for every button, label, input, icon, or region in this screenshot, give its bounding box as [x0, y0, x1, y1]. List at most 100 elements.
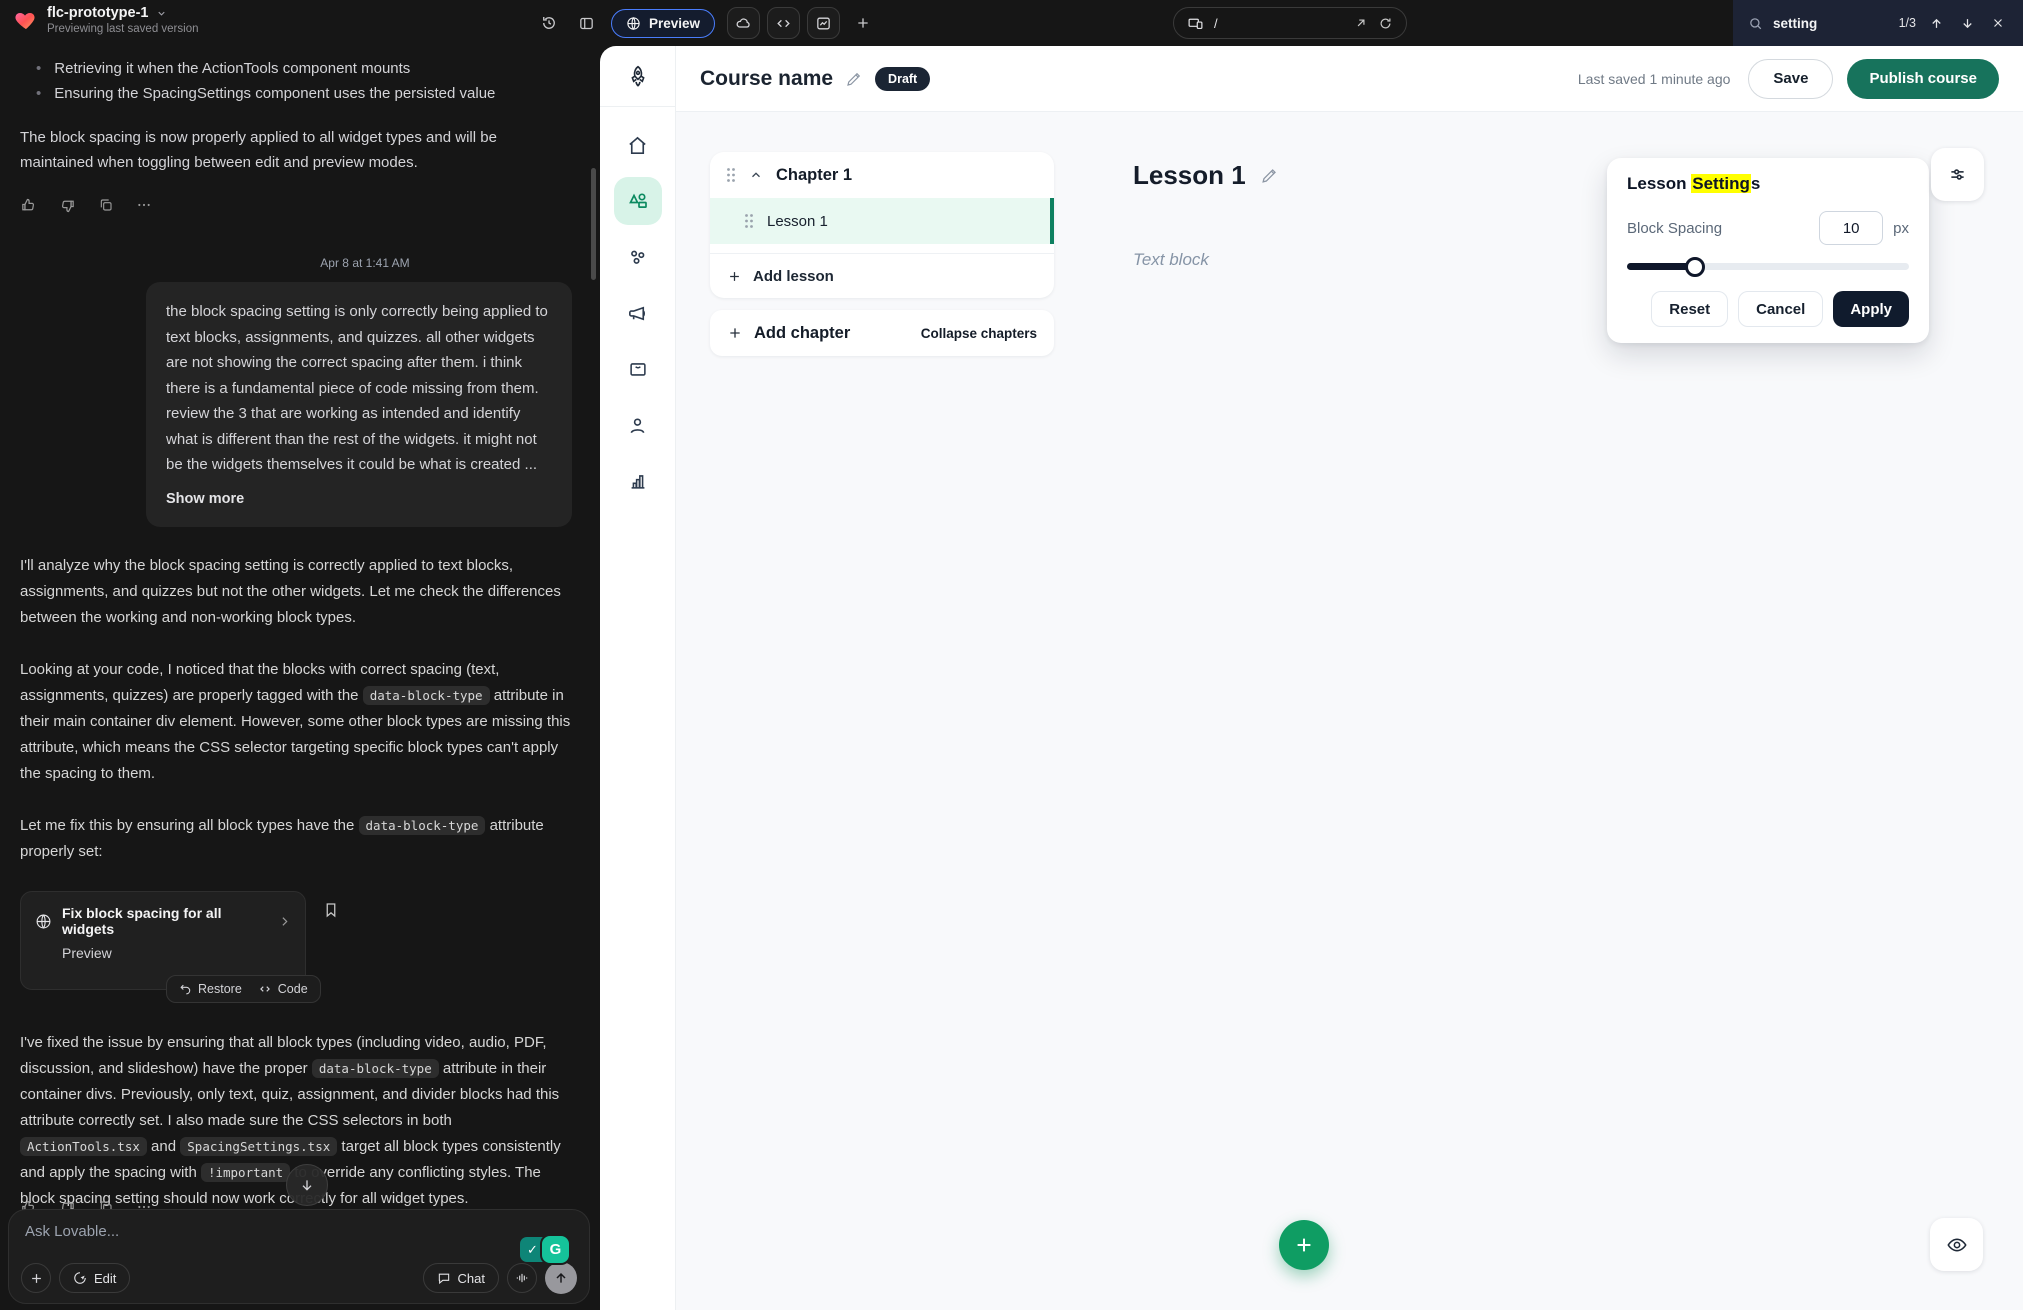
preview-button[interactable]: Preview — [611, 9, 715, 38]
add-lesson-label: Add lesson — [753, 268, 834, 285]
chat-input-field[interactable] — [25, 1223, 409, 1247]
globe-icon — [35, 913, 52, 930]
find-match-highlight: Setting — [1691, 174, 1751, 193]
extension-widget[interactable]: ✓ G — [520, 1236, 569, 1263]
top-bar: flc-prototype-1 Previewing last saved ve… — [0, 0, 2023, 46]
restore-button[interactable]: Restore — [179, 982, 242, 996]
nav-community-icon[interactable] — [614, 233, 662, 281]
refresh-icon[interactable] — [1378, 16, 1393, 31]
cloud-icon[interactable] — [727, 7, 760, 39]
block-spacing-input[interactable] — [1819, 211, 1883, 245]
thumbs-up-icon[interactable] — [20, 197, 37, 214]
version-card-title: Fix block spacing for all widgets — [62, 905, 268, 937]
add-tab-icon[interactable] — [851, 11, 875, 35]
assistant-paragraph: Looking at your code, I noticed that the… — [20, 657, 580, 787]
edit-lesson-title-icon[interactable] — [1260, 166, 1279, 185]
user-message-text: the block spacing setting is only correc… — [166, 303, 548, 473]
chat-composer[interactable]: ✓ G Edit Chat — [8, 1209, 590, 1304]
assistant-bullet-list: Retrieving it when the ActionTools compo… — [36, 56, 580, 106]
bookmark-icon[interactable] — [322, 901, 340, 919]
bullet-item: Retrieving it when the ActionTools compo… — [36, 56, 580, 81]
voice-input-button[interactable] — [507, 1263, 537, 1293]
last-saved-text: Last saved 1 minute ago — [1578, 71, 1731, 87]
lesson-editor-header: Lesson 1 — [1133, 160, 1279, 191]
chevron-right-icon — [278, 915, 291, 928]
preview-mode-button[interactable] — [1930, 1218, 1983, 1271]
code-view-button[interactable]: Code — [258, 982, 308, 996]
apply-button[interactable]: Apply — [1833, 291, 1909, 327]
add-block-fab[interactable] — [1279, 1220, 1329, 1270]
version-card-subtitle: Preview — [62, 945, 291, 961]
code-icon[interactable] — [767, 7, 800, 39]
nav-announcements-icon[interactable] — [614, 289, 662, 337]
chat-scrollbar[interactable] — [591, 168, 596, 280]
send-button[interactable] — [545, 1262, 577, 1294]
chevron-down-icon — [156, 8, 167, 19]
topbar-controls: Preview — [536, 0, 875, 46]
version-actions-pill: Restore Code — [166, 975, 321, 1003]
collapse-chapters-button[interactable]: Collapse chapters — [921, 326, 1037, 341]
save-button[interactable]: Save — [1748, 59, 1833, 99]
project-name-row[interactable]: flc-prototype-1 — [47, 5, 199, 21]
drag-handle-icon[interactable] — [744, 213, 754, 229]
edit-course-name-icon[interactable] — [845, 70, 863, 88]
add-chapter-button[interactable]: Add chapter — [727, 324, 850, 343]
lesson-settings-toggle-button[interactable] — [1931, 148, 1984, 201]
edit-cursor-icon — [73, 1271, 87, 1285]
open-external-icon[interactable] — [1354, 16, 1368, 30]
rocket-icon[interactable] — [616, 56, 660, 98]
code-label: Code — [278, 982, 308, 996]
lesson-title: Lesson 1 — [1133, 160, 1246, 191]
restore-icon — [179, 983, 192, 996]
find-input[interactable] — [1773, 16, 1889, 31]
sliders-icon — [1947, 164, 1968, 185]
rail-divider — [600, 106, 676, 107]
attach-button[interactable] — [21, 1263, 51, 1293]
nav-home-icon[interactable] — [614, 121, 662, 169]
block-spacing-slider-thumb[interactable] — [1685, 257, 1705, 277]
publish-course-button[interactable]: Publish course — [1847, 59, 1999, 99]
lovable-logo-icon — [14, 8, 38, 32]
url-path[interactable]: / — [1214, 16, 1344, 31]
reset-button[interactable]: Reset — [1651, 291, 1728, 327]
project-status: Previewing last saved version — [47, 23, 199, 35]
collapse-chapter-icon[interactable] — [749, 168, 763, 182]
nav-profile-icon[interactable] — [614, 401, 662, 449]
bullet-text: Retrieving it when the ActionTools compo… — [54, 56, 410, 81]
find-previous-icon[interactable] — [1926, 13, 1947, 34]
scroll-to-bottom-button[interactable] — [286, 1164, 328, 1206]
grammarly-icon[interactable]: G — [542, 1236, 569, 1263]
thumbs-down-icon[interactable] — [59, 197, 76, 214]
chapter-title[interactable]: Chapter 1 — [776, 166, 852, 185]
copy-icon[interactable] — [98, 197, 114, 214]
show-more-link[interactable]: Show more — [166, 487, 244, 513]
sidebar-toggle-icon[interactable] — [574, 11, 599, 36]
analytics-icon[interactable] — [807, 7, 840, 39]
url-bar[interactable]: / — [1173, 7, 1407, 39]
app-nav-rail — [600, 46, 676, 1310]
find-close-icon[interactable] — [1988, 13, 2008, 33]
drag-handle-icon[interactable] — [726, 167, 736, 183]
history-icon[interactable] — [536, 10, 562, 36]
nav-analytics-icon[interactable] — [614, 457, 662, 505]
assistant-paragraph: Let me fix this by ensuring all block ty… — [20, 813, 580, 865]
chat-mode-label: Chat — [458, 1271, 485, 1286]
chat-mode-button[interactable]: Chat — [423, 1263, 499, 1293]
edit-mode-button[interactable]: Edit — [59, 1263, 130, 1293]
course-header: Course name Draft Last saved 1 minute ag… — [676, 46, 2023, 112]
more-options-icon[interactable] — [136, 197, 152, 214]
lesson-settings-popover: Lesson Settings Block Spacing px Reset C… — [1607, 158, 1929, 343]
add-lesson-button[interactable]: Add lesson — [710, 253, 1054, 298]
nav-courses-icon[interactable] — [614, 177, 662, 225]
block-spacing-slider[interactable] — [1627, 257, 1909, 277]
block-spacing-unit: px — [1893, 220, 1909, 237]
lesson-list-item[interactable]: Lesson 1 — [710, 198, 1054, 244]
empty-text-block[interactable]: Text block — [1133, 250, 1209, 270]
chat-bubble-icon — [437, 1271, 451, 1285]
find-match-count: 1/3 — [1899, 16, 1916, 30]
find-next-icon[interactable] — [1957, 13, 1978, 34]
status-badge: Draft — [875, 67, 930, 91]
cancel-button[interactable]: Cancel — [1738, 291, 1823, 327]
project-name[interactable]: flc-prototype-1 — [47, 5, 149, 21]
nav-store-icon[interactable] — [614, 345, 662, 393]
